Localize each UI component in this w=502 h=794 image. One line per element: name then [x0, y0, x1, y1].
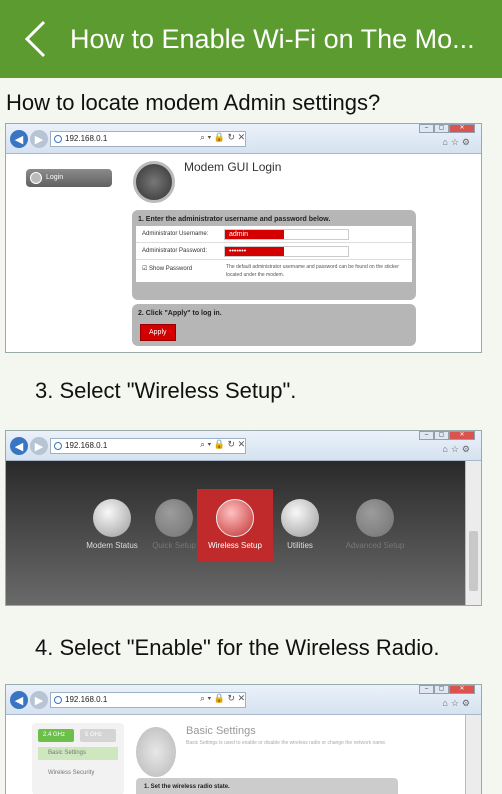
username-label: Administrator Username:: [142, 231, 209, 237]
freq-24-tab: 2.4 GHz: [38, 729, 74, 742]
forward-arrow-icon: ▶: [30, 437, 48, 455]
section-heading: How to locate modem Admin settings?: [6, 90, 381, 115]
radio-state-heading: 1. Set the wireless radio state.: [136, 778, 398, 794]
tools-icon: [281, 499, 319, 537]
home-star-gear-icons: ⌂☆⚙: [442, 137, 473, 147]
screenshot-basic-settings: ◀ ▶ 192.168.0.1 ⌕ ▾ 🔒 ↻ ✕ – ▢ ✕ ⌂☆⚙ 2.4 GH…: [5, 684, 482, 794]
window-controls: – ▢ ✕: [419, 431, 475, 440]
gui-title: Modem GUI Login: [184, 160, 282, 174]
window-controls: – ▢ ✕: [419, 124, 475, 133]
gears-icon: [356, 499, 394, 537]
page-icon: [54, 696, 62, 704]
username-field: admin: [224, 229, 349, 240]
step-3-text: 3. Select "Wireless Setup".: [35, 378, 297, 403]
back-arrow-icon: ◀: [10, 130, 28, 148]
settings-sidebar: 2.4 GHz 5 GHz Basic Settings Wireless Se…: [32, 723, 124, 794]
basic-settings-title: Basic Settings: [186, 725, 256, 737]
step2-heading: 2. Click "Apply" to log in.: [138, 310, 222, 317]
scrollbar: [465, 461, 481, 605]
scrollbar: [465, 715, 481, 794]
forward-arrow-icon: ▶: [30, 691, 48, 709]
window-controls: – ▢ ✕: [419, 685, 475, 694]
home-star-gear-icons: ⌂☆⚙: [442, 698, 473, 708]
step-4-text: 4. Select "Enable" for the Wireless Radi…: [35, 635, 440, 660]
check-icon: [93, 499, 131, 537]
wireless-router-icon: [216, 499, 254, 537]
browser-chrome: ◀ ▶ 192.168.0.1 ⌕ ▾ 🔒 ↻ ✕ – ▢ ✕ ⌂☆⚙: [6, 431, 481, 461]
home-star-gear-icons: ⌂☆⚙: [442, 444, 473, 454]
screenshot-wireless-setup: ◀ ▶ 192.168.0.1 ⌕ ▾ 🔒 ↻ ✕ – ▢ ✕ ⌂☆⚙ Modem …: [5, 430, 482, 606]
chevron-left-icon: [24, 20, 46, 58]
address-tools: ⌕ ▾ 🔒 ↻ ✕: [200, 693, 246, 703]
router-logo-icon: [133, 161, 175, 203]
credentials-note: The default administrator username and p…: [226, 264, 399, 278]
freq-5-tab: 5 GHz: [80, 729, 116, 742]
page-title: How to Enable Wi-Fi on The Mo...: [70, 23, 475, 54]
page-icon: [54, 442, 62, 450]
back-arrow-icon: ◀: [10, 437, 28, 455]
wand-icon: [155, 499, 193, 537]
forward-arrow-icon: ▶: [30, 130, 48, 148]
address-tools: ⌕ ▾ 🔒 ↻ ✕: [200, 132, 246, 142]
address-tools: ⌕ ▾ 🔒 ↻ ✕: [200, 439, 246, 449]
back-button[interactable]: [0, 0, 70, 78]
apply-button: Apply: [140, 324, 176, 341]
article-content: How to locate modem Admin settings? ◀ ▶ …: [0, 78, 502, 794]
app-bar: How to Enable Wi-Fi on The Mo...: [0, 0, 502, 78]
screenshot-login: ◀ ▶ 192.168.0.1 ⌕ ▾ 🔒 ↻ ✕ – ▢ ✕ ⌂☆⚙ Login …: [5, 123, 482, 353]
menu-utilities: Utilities: [262, 489, 338, 550]
apply-panel: 2. Click "Apply" to log in. Apply: [132, 304, 416, 346]
wireless-router-icon: [136, 727, 176, 777]
show-password-checkbox: ☑ Show Password: [142, 266, 193, 272]
modem-menu: Modem Status Quick Setup Wireless Setup …: [6, 461, 481, 605]
basic-settings-desc: Basic Settings is used to enable or disa…: [186, 740, 387, 746]
browser-chrome: ◀ ▶ 192.168.0.1 ⌕ ▾ 🔒 ↻ ✕ – ▢ ✕ ⌂☆⚙: [6, 124, 481, 154]
credentials-panel: 1. Enter the administrator username and …: [132, 210, 416, 300]
login-tab: Login: [26, 169, 112, 187]
sidebar-item-wireless-security: Wireless Security: [48, 770, 95, 776]
browser-chrome: ◀ ▶ 192.168.0.1 ⌕ ▾ 🔒 ↻ ✕ – ▢ ✕ ⌂☆⚙: [6, 685, 481, 715]
back-arrow-icon: ◀: [10, 691, 28, 709]
password-label: Administrator Password:: [142, 248, 208, 254]
page-icon: [54, 135, 62, 143]
password-field: •••••••: [224, 246, 349, 257]
step1-heading: 1. Enter the administrator username and …: [138, 216, 331, 223]
sidebar-item-basic-settings: Basic Settings: [38, 747, 118, 760]
menu-advanced-setup: Advanced Setup: [330, 489, 420, 550]
